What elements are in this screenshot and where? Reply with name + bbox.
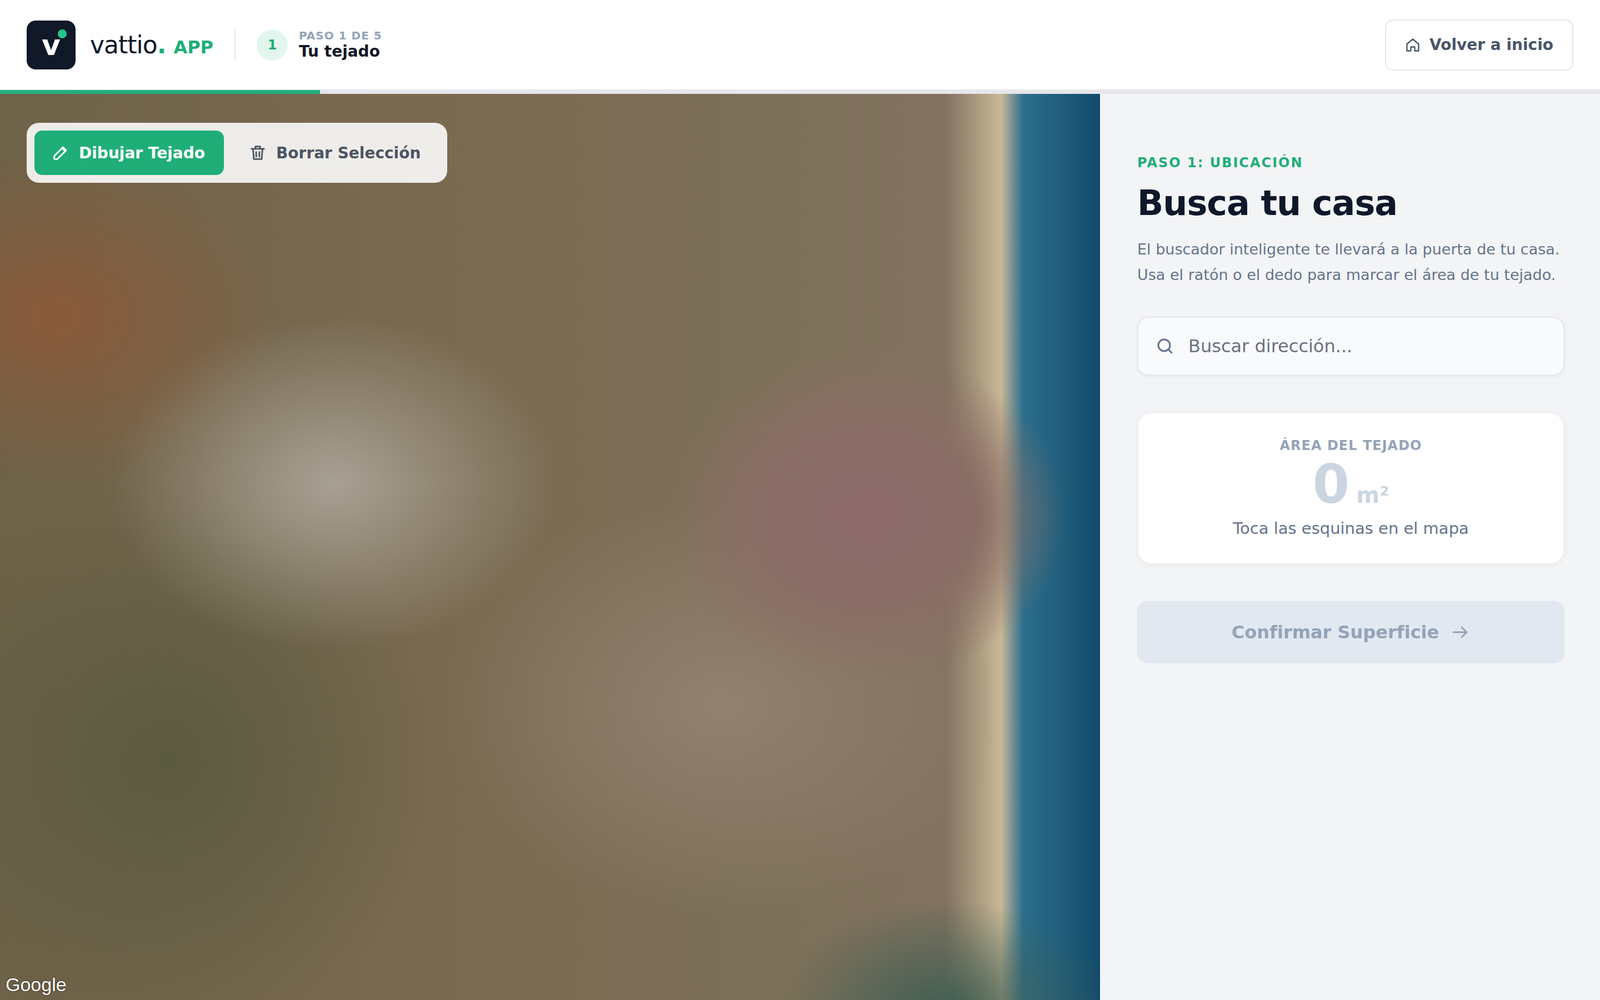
- brand-suffix: APP: [173, 36, 214, 58]
- map-attribution: Google: [5, 973, 67, 996]
- step-text: PASO 1 DE 5Tu tejado: [298, 28, 383, 61]
- tool-label: Dibujar Tejado: [78, 143, 205, 163]
- panel-description: El buscador inteligente te llevará a la …: [1137, 236, 1565, 288]
- map-toolbar: Dibujar Tejado Borrar Selección: [26, 122, 448, 183]
- area-hint: Toca las esquinas en el mapa: [1232, 518, 1469, 538]
- confirm-button[interactable]: Confirmar Superficie: [1137, 601, 1565, 664]
- confirm-label: Confirmar Superficie: [1231, 621, 1440, 643]
- brand-name: vattio: [90, 30, 158, 59]
- search-field[interactable]: [1137, 316, 1565, 376]
- step-number: 1: [256, 29, 288, 61]
- area-card: ÁREA DEL TEJADO0m² Toca las esquinas en e…: [1137, 412, 1565, 565]
- search-input[interactable]: [1187, 335, 1547, 358]
- step-label: PASO 1 DE 5: [298, 28, 383, 43]
- area-label: ÁREA DEL TEJADO: [1280, 437, 1423, 454]
- logo-icon[interactable]: v: [26, 20, 76, 70]
- tool-button[interactable]: Dibujar Tejado: [34, 130, 224, 175]
- panel-title: Busca tu casa: [1137, 182, 1565, 224]
- header: vvattio. APP 1 PASO 1 DE 5Tu tejado Volver a…: [0, 0, 1600, 90]
- pencil-icon: [51, 143, 70, 163]
- home-label: Volver a inicio: [1429, 35, 1554, 54]
- arrow-right-icon: [1450, 622, 1470, 643]
- home-button[interactable]: Volver a inicio: [1385, 19, 1574, 71]
- logo-dot: [57, 29, 67, 39]
- tool-label: Borrar Selección: [276, 143, 421, 163]
- area-value: 0m²: [1312, 455, 1390, 515]
- map[interactable]: Dibujar Tejado Borrar Selección Google: [0, 93, 1100, 1000]
- header-left: vvattio. APP 1 PASO 1 DE 5Tu tejado: [26, 20, 383, 70]
- brand: vattio. APP: [90, 30, 214, 59]
- step-indicator: 1 PASO 1 DE 5Tu tejado: [256, 28, 383, 61]
- step-eyebrow: PASO 1: UBICACIÓN: [1137, 155, 1565, 171]
- search-icon: [1155, 336, 1175, 357]
- divider: [234, 29, 236, 61]
- step-title: Tu tejado: [298, 42, 383, 61]
- tool-button[interactable]: Borrar Selección: [231, 130, 440, 175]
- home-icon: [1405, 37, 1421, 53]
- main: Dibujar Tejado Borrar Selección Google PASO…: [0, 93, 1600, 1000]
- area-unit: m²: [1356, 482, 1389, 508]
- progress-track: [0, 90, 1600, 94]
- progress-fill: [0, 90, 320, 94]
- side-panel: PASO 1: UBICACIÓN Busca tu casa El buscado…: [1100, 93, 1600, 1000]
- area-number: 0: [1312, 455, 1350, 515]
- brand-dot: .: [157, 30, 167, 59]
- trash-icon: [248, 143, 268, 163]
